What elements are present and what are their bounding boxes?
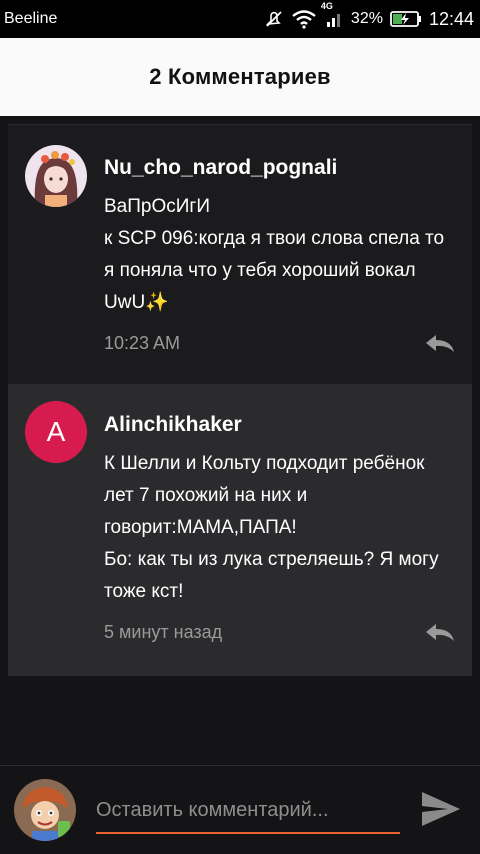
avatar[interactable]	[25, 145, 87, 207]
comment-item: Nu_cho_narod_pognali ВаПрОсИгИ к SCP 096…	[8, 124, 472, 384]
page-title: 2 Комментариев	[149, 64, 331, 89]
comment-time: 10:23 AM	[104, 332, 181, 353]
comment-text: К Шелли и Кольту подходит ребёнок лет 7 …	[104, 453, 439, 602]
battery-charging-icon	[390, 10, 422, 28]
network-type-label: 4G	[320, 1, 333, 11]
status-icons: 4G 32% 12:44	[264, 1, 474, 30]
reply-icon[interactable]	[422, 620, 458, 644]
comment-time: 5 минут назад	[104, 621, 223, 642]
cellular-signal-icon: 4G	[321, 1, 344, 29]
send-icon[interactable]	[418, 788, 464, 830]
status-bar: Beeline 4G 32% 12:44	[0, 0, 480, 38]
wifi-icon	[291, 9, 317, 29]
comment-author[interactable]: Nu_cho_narod_pognali	[104, 155, 458, 181]
cartoon-character-avatar-icon	[14, 779, 76, 841]
status-time: 12:44	[428, 8, 474, 29]
avatar[interactable]: A	[25, 401, 87, 463]
comment-text: ВаПрОсИгИ к SCP 096:когда я твои слова с…	[104, 196, 445, 313]
carrier-name: Beeline	[4, 10, 58, 27]
mute-icon	[264, 9, 284, 29]
anime-girl-avatar-icon	[25, 145, 87, 207]
app-header: 2 Комментариев	[0, 38, 480, 116]
reply-icon[interactable]	[422, 331, 458, 355]
comment-content: Alinchikhaker К Шелли и Кольту подходит …	[104, 412, 458, 608]
comment-meta: 5 минут назад	[104, 620, 458, 644]
comment-meta: 10:23 AM	[104, 331, 458, 355]
comment-author[interactable]: Alinchikhaker	[104, 412, 458, 438]
comment-item: A Alinchikhaker К Шелли и Кольту подходи…	[8, 384, 472, 676]
comment-input-wrapper	[96, 788, 400, 838]
comment-input[interactable]	[96, 788, 400, 834]
comment-composer	[0, 765, 480, 854]
comment-list: Nu_cho_narod_pognali ВаПрОсИгИ к SCP 096…	[8, 124, 472, 676]
battery-percent: 32%	[350, 10, 383, 27]
current-user-avatar	[14, 779, 76, 841]
comment-content: Nu_cho_narod_pognali ВаПрОсИгИ к SCP 096…	[104, 155, 458, 319]
